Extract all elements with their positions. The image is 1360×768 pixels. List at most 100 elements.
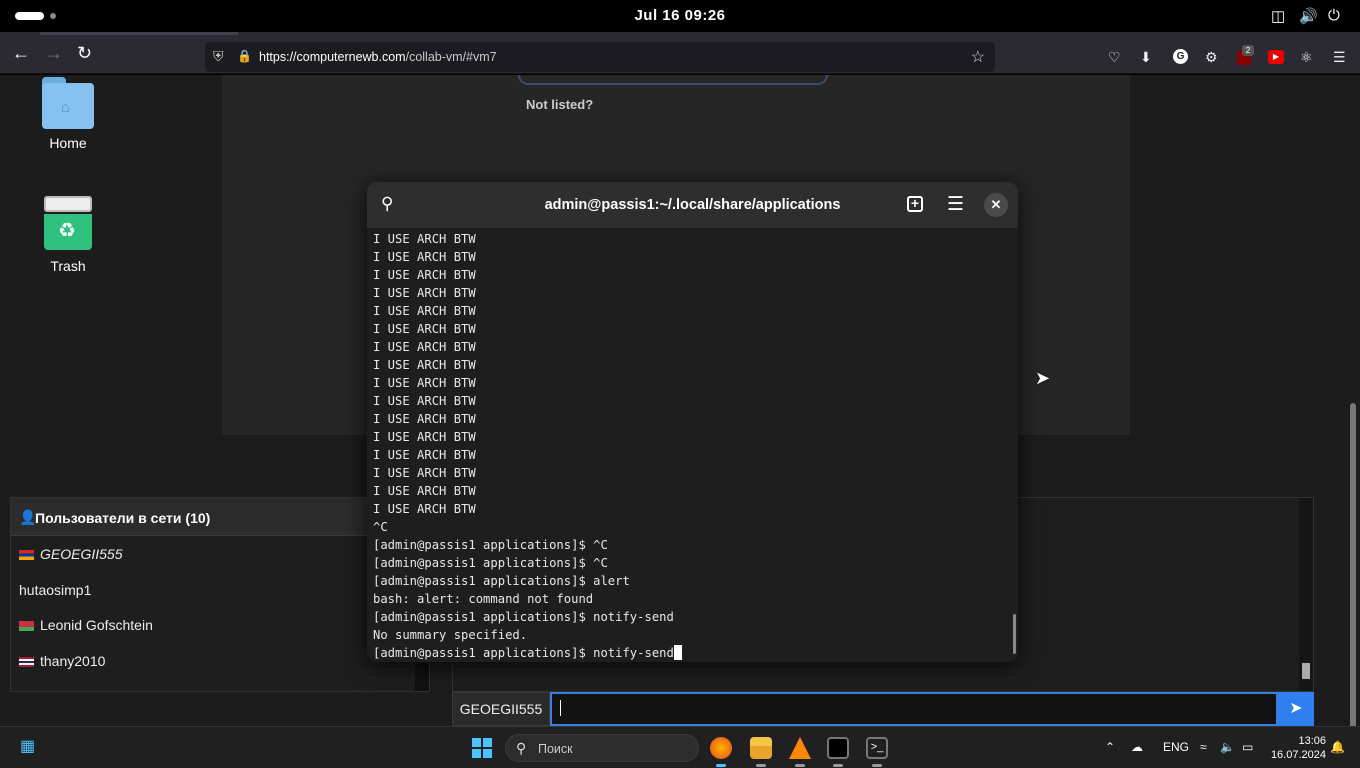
react-devtools-icon[interactable]: ⚛: [1300, 50, 1313, 64]
chat-input-row: GEOEGII555 ➤: [452, 692, 1314, 726]
hamburger-menu-icon[interactable]: ☰: [947, 193, 964, 216]
power-icon[interactable]: ⏻: [1328, 7, 1340, 24]
chevron-up-icon[interactable]: ⌃: [1105, 740, 1115, 754]
terminal-line: I USE ARCH BTW: [373, 376, 476, 390]
terminal-line: I USE ARCH BTW: [373, 484, 476, 498]
taskbar-time[interactable]: 13:06: [1292, 735, 1326, 747]
speaker-icon[interactable]: 🔈: [1220, 740, 1235, 754]
terminal-line: I USE ARCH BTW: [373, 358, 476, 372]
lock-icon[interactable]: 🔒: [237, 49, 252, 63]
url-text[interactable]: https://computernewb.com/collab-vm/#vm7: [259, 50, 497, 64]
battery-icon[interactable]: ▭: [1242, 740, 1253, 754]
terminal-output[interactable]: I USE ARCH BTW I USE ARCH BTW I USE ARCH B…: [373, 230, 1013, 660]
terminal-line: I USE ARCH BTW: [373, 304, 476, 318]
cmd-icon[interactable]: [827, 737, 849, 759]
extension-badge: 2: [1242, 45, 1254, 56]
app-menu-icon[interactable]: ☰: [1333, 50, 1346, 64]
running-indicator: [833, 764, 843, 767]
terminal-line: [admin@passis1 applications]$ ^C: [373, 538, 608, 552]
chat-username-button[interactable]: GEOEGII555: [452, 692, 550, 726]
volume-icon[interactable]: 🔊: [1299, 7, 1318, 25]
terminal-scrollbar[interactable]: [1013, 614, 1016, 654]
pocket-icon[interactable]: ♡: [1108, 50, 1121, 64]
login-input-edge[interactable]: [518, 75, 828, 85]
network-icon[interactable]: ◫: [1271, 7, 1285, 25]
terminal-line: I USE ARCH BTW: [373, 340, 476, 354]
desktop-icon-trash[interactable]: ♻ Trash: [23, 196, 113, 274]
terminal-line: [admin@passis1 applications]$ notify-sen…: [373, 644, 1013, 662]
widgets-icon[interactable]: ▦: [20, 736, 35, 756]
terminal-line: I USE ARCH BTW: [373, 250, 476, 264]
active-indicator: [716, 764, 726, 767]
terminal-line: ^C: [373, 520, 388, 534]
top-bar-clock[interactable]: Jul 16 09:26: [0, 7, 1360, 24]
not-listed-link[interactable]: Not listed?: [526, 97, 593, 112]
page-scrollbar[interactable]: [1346, 150, 1360, 768]
home-folder-icon: ⌂: [42, 77, 94, 129]
search-icon: ⚲: [516, 740, 527, 756]
terminal-window[interactable]: ⚲ admin@passis1:~/.local/share/applicati…: [367, 182, 1018, 662]
user-item[interactable]: hutaosimp1: [19, 582, 91, 598]
grammar-extension-icon[interactable]: G: [1173, 49, 1188, 64]
terminal-line: I USE ARCH BTW: [373, 412, 476, 426]
send-button[interactable]: ➤: [1278, 692, 1314, 726]
taskbar-search[interactable]: ⚲ Поиск: [505, 734, 699, 762]
terminal-line: I USE ARCH BTW: [373, 322, 476, 336]
file-explorer-icon[interactable]: [750, 737, 772, 759]
terminal-line: I USE ARCH BTW: [373, 268, 476, 282]
flag-icon: [19, 657, 34, 667]
terminal-line: I USE ARCH BTW: [373, 430, 476, 444]
flag-icon: [19, 550, 34, 560]
gnome-top-bar: Jul 16 09:26 ◫ 🔊 ⏻: [0, 0, 1360, 32]
terminal-line: I USE ARCH BTW: [373, 466, 476, 480]
desktop-icon-home[interactable]: ⌂ Home: [23, 77, 113, 151]
online-users-title: Пользователи в сети (10): [35, 510, 211, 526]
terminal-cursor: [673, 645, 682, 660]
terminal-line: No summary specified.: [373, 628, 528, 642]
desktop-icon-label: Trash: [50, 258, 86, 274]
onedrive-cloud-icon[interactable]: ☁: [1131, 740, 1143, 754]
address-bar[interactable]: ⛨ 🔒 https://computernewb.com/collab-vm/#…: [205, 42, 995, 72]
terminal-line: I USE ARCH BTW: [373, 394, 476, 408]
desktop-icon-label: Home: [49, 135, 87, 151]
new-tab-icon[interactable]: +: [907, 196, 923, 212]
downloads-icon[interactable]: ⬇: [1140, 50, 1152, 64]
user-item[interactable]: GEOEGII555: [19, 546, 122, 562]
language-indicator[interactable]: ENG: [1163, 740, 1189, 754]
back-icon[interactable]: ←: [12, 44, 30, 62]
user-item[interactable]: thany2010: [19, 653, 105, 669]
vlc-icon[interactable]: [789, 737, 811, 759]
terminal-line: I USE ARCH BTW: [373, 286, 476, 300]
terminal-line: I USE ARCH BTW: [373, 502, 476, 516]
tracking-shield-icon[interactable]: ⛨: [213, 48, 224, 65]
terminal-line: bash: alert: command not found: [373, 592, 594, 606]
user-item[interactable]: Leonid Gofschtein: [19, 617, 153, 633]
terminal-app-icon[interactable]: >_: [866, 737, 888, 759]
running-indicator: [795, 764, 805, 767]
chat-scrollbar[interactable]: [1299, 498, 1313, 691]
terminal-line: [admin@passis1 applications]$ ^C: [373, 556, 608, 570]
chat-input[interactable]: [550, 692, 1278, 726]
terminal-line: [admin@passis1 applications]$ notify-sen…: [373, 610, 674, 624]
user-icon: 👤: [19, 509, 37, 525]
notification-bell-icon[interactable]: 🔔: [1330, 740, 1345, 754]
browser-toolbar: ← → ↻ ⛨ 🔒 https://computernewb.com/colla…: [0, 32, 1360, 74]
reload-icon[interactable]: ↻: [77, 44, 92, 62]
terminal-line: I USE ARCH BTW: [373, 232, 476, 246]
paper-plane-icon: ➤: [1289, 700, 1303, 717]
close-icon[interactable]: ✕: [984, 193, 1008, 217]
tab-strip-hint: [40, 32, 238, 35]
windows-taskbar: ▦ ⚲ Поиск >_ ⌃ ☁ ENG ≈ 🔈 ▭ 13:06 16.07.2…: [0, 726, 1360, 768]
firefox-icon[interactable]: [710, 737, 732, 759]
extensions-puzzle-icon[interactable]: ⚙: [1205, 50, 1218, 64]
forward-icon[interactable]: →: [45, 44, 63, 62]
running-indicator: [872, 764, 882, 767]
start-button[interactable]: [472, 738, 492, 758]
terminal-line: I USE ARCH BTW: [373, 448, 476, 462]
terminal-headerbar[interactable]: ⚲ admin@passis1:~/.local/share/applicati…: [367, 182, 1018, 228]
bookmark-star-icon[interactable]: ☆: [971, 47, 985, 67]
youtube-extension-icon[interactable]: ▶: [1268, 50, 1284, 64]
search-label: Поиск: [538, 742, 573, 756]
wifi-icon[interactable]: ≈: [1200, 740, 1207, 754]
taskbar-date[interactable]: 16.07.2024: [1270, 749, 1326, 761]
